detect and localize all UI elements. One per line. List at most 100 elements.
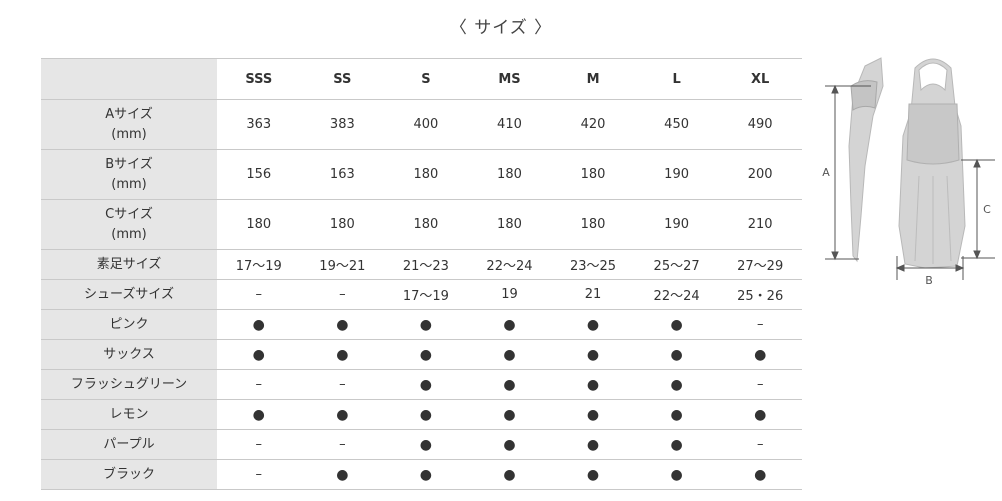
header-corner-cell (41, 58, 217, 100)
row-label: パープル (41, 429, 217, 460)
cell-xl: 210 (718, 199, 802, 250)
row-label-text: Cサイズ (mm) (105, 206, 153, 242)
fin-front-foot-pocket (906, 103, 960, 165)
cell-m: ● (551, 309, 635, 340)
cell-sss: 156 (217, 149, 301, 200)
column-header-ms: MS (467, 58, 552, 100)
cell-sss: 180 (217, 199, 301, 250)
cell-xl: 25・26 (718, 279, 802, 310)
cell-ss: 383 (300, 99, 385, 150)
table-row: 素足サイズ 17〜19 19〜21 21〜23 22〜24 23〜25 25〜27 27〜29 (41, 249, 802, 280)
row-label: フラッシュグリーン (41, 369, 217, 400)
cell-ss: – (300, 279, 385, 310)
cell-l: ● (634, 339, 719, 370)
cell-m: ● (551, 369, 635, 400)
row-label-text: 素足サイズ (96, 256, 162, 272)
cell-l: 190 (634, 149, 719, 200)
cell-ss: 163 (300, 149, 385, 200)
table-row: Aサイズ (mm) 363 383 400 410 420 450 490 (41, 99, 802, 150)
cell-xl: – (718, 429, 802, 460)
cell-ss: 180 (300, 199, 385, 250)
cell-s: ● (384, 309, 468, 340)
column-header-xl: XL (718, 58, 802, 100)
cell-l: 22〜24 (634, 279, 719, 310)
cell-s: 180 (384, 149, 468, 200)
fin-dimension-diagram: A C B (822, 57, 995, 287)
cell-ms: ● (467, 309, 552, 340)
cell-l: ● (634, 399, 719, 430)
table-row: フラッシュグリーン – – ● ● ● ● – (41, 369, 802, 400)
cell-ss: 19〜21 (300, 249, 385, 280)
cell-l: 450 (634, 99, 719, 150)
cell-xl: – (718, 369, 802, 400)
cell-l: 190 (634, 199, 719, 250)
cell-xl: – (718, 309, 802, 340)
table-row: パープル – – ● ● ● ● – (41, 429, 802, 460)
cell-s: ● (384, 339, 468, 370)
cell-m: 180 (551, 149, 635, 200)
cell-ms: 19 (467, 279, 552, 310)
cell-ss: ● (300, 459, 385, 490)
cell-ms: ● (467, 399, 552, 430)
row-label: ピンク (41, 309, 217, 340)
fin-side-foot-pocket (850, 80, 878, 111)
cell-s: ● (384, 459, 468, 490)
row-label: ブラック (41, 459, 217, 490)
cell-l: ● (634, 369, 719, 400)
column-header-l: L (634, 58, 719, 100)
row-label: サックス (41, 339, 217, 370)
cell-s: ● (384, 429, 468, 460)
row-label-text: レモン (109, 406, 149, 422)
row-label: Bサイズ (mm) (41, 149, 217, 200)
row-label-text: サックス (103, 346, 155, 362)
dimension-c-label: C (983, 203, 991, 216)
row-label: レモン (41, 399, 217, 430)
header-row: SSS SS S MS M L XL (41, 58, 802, 100)
cell-sss: – (217, 369, 301, 400)
table-row: Bサイズ (mm) 156 163 180 180 180 190 200 (41, 149, 802, 200)
column-header-ss: SS (300, 58, 385, 100)
row-label-text: ピンク (109, 316, 149, 332)
table-row: ピンク ● ● ● ● ● ● – (41, 309, 802, 340)
cell-ms: 180 (467, 199, 552, 250)
size-table: SSS SS S MS M L XL Aサイズ (mm) 363 383 400 410… (41, 58, 802, 490)
row-label-text: Bサイズ (mm) (105, 156, 153, 192)
row-label-text: シューズサイズ (84, 286, 174, 302)
cell-s: 400 (384, 99, 468, 150)
cell-l: ● (634, 309, 719, 340)
cell-sss: – (217, 459, 301, 490)
page-title: 〈 サイズ 〉 (449, 18, 553, 38)
table-row: シューズサイズ – –17〜19 19 21 22〜24 25・26 (41, 279, 802, 310)
column-header-s: S (384, 58, 468, 100)
cell-sss: 363 (217, 99, 301, 150)
row-label-text: パープル (103, 436, 155, 452)
cell-xl: 200 (718, 149, 802, 200)
cell-ms: ● (467, 369, 552, 400)
cell-ms: 410 (467, 99, 552, 150)
row-label: Aサイズ (mm) (41, 99, 217, 150)
cell-ms: ● (467, 339, 552, 370)
table-row: サックス ● ● ● ● ● ● ● (41, 339, 802, 370)
cell-s: 17〜19 (384, 279, 468, 310)
column-header-m: M (551, 58, 635, 100)
cell-sss: ● (217, 339, 301, 370)
column-header-sss: SSS (217, 58, 301, 100)
cell-sss: ● (217, 309, 301, 340)
cell-ms: ● (467, 459, 552, 490)
dimension-b-label: B (925, 274, 933, 287)
row-label-text: Aサイズ (mm) (105, 106, 153, 142)
cell-m: ● (551, 429, 635, 460)
cell-s: 21〜23 (384, 249, 468, 280)
cell-ms: 22〜24 (467, 249, 552, 280)
cell-xl: 27〜29 (718, 249, 802, 280)
cell-l: ● (634, 429, 719, 460)
cell-m: ● (551, 339, 635, 370)
row-label: シューズサイズ (41, 279, 217, 310)
cell-ss: ● (300, 309, 385, 340)
cell-m: 180 (551, 199, 635, 250)
cell-xl: ● (718, 459, 802, 490)
cell-m: 23〜25 (551, 249, 635, 280)
cell-ss: ● (300, 399, 385, 430)
row-label: 素足サイズ (41, 249, 217, 280)
table-row: レモン ● ● ● ● ● ● ● (41, 399, 802, 430)
